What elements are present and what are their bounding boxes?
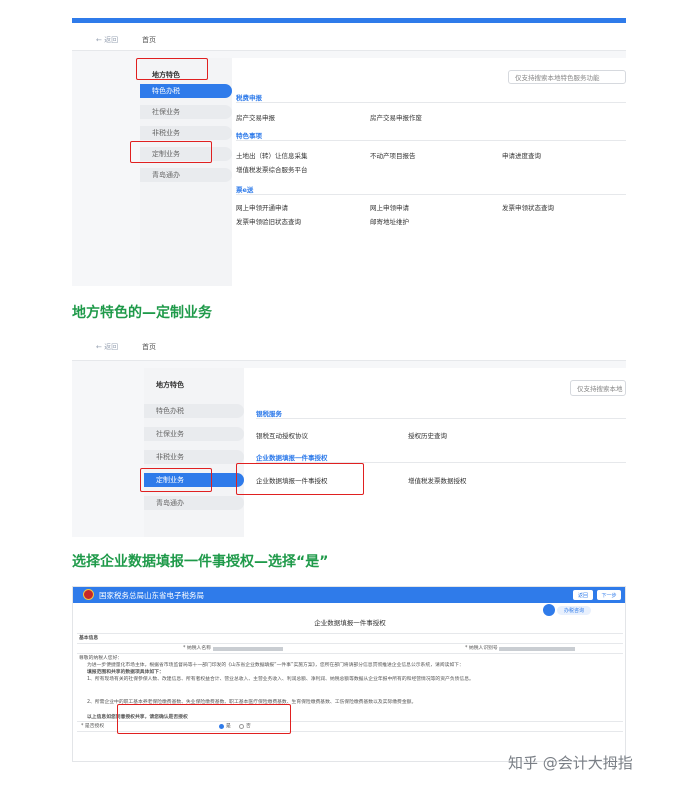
sidebar-item-non-tax[interactable]: 非税业务 xyxy=(144,450,244,464)
search-input[interactable]: 仅支持搜索本地 xyxy=(570,380,626,396)
emblem-icon xyxy=(83,589,94,600)
sidebar-item-social-security[interactable]: 社保业务 xyxy=(144,427,244,441)
link-auth-history[interactable]: 授权历史查询 xyxy=(408,430,447,440)
link-online-open[interactable]: 网上申领开通申请 xyxy=(236,202,288,212)
link-property-declare[interactable]: 房产交易申报 xyxy=(236,112,275,122)
back-link[interactable]: ← 返回 xyxy=(96,342,118,352)
screenshot-auth-form: 国家税务总局山东省电子税务局 返回 下一步 办税咨询 企业数据填报一件事授权 基… xyxy=(72,586,626,762)
notice-salutation: 尊敬的纳税人您好： xyxy=(79,656,123,661)
section-title-bank-tax: 银税服务 xyxy=(256,410,282,418)
link-realty-report[interactable]: 不动产项目报告 xyxy=(370,150,416,160)
taxpayer-name-label: * 纳税人名称 xyxy=(183,646,211,651)
taxpayer-id-label: * 纳税人识别号 xyxy=(465,646,498,651)
link-mail-address[interactable]: 邮寄地址维护 xyxy=(370,216,409,226)
highlight-authorize-row xyxy=(117,704,291,734)
section-title-data-filing: 企业数据填报一件事授权 xyxy=(256,454,328,462)
taxpayer-name-value-redacted xyxy=(213,647,283,651)
next-button[interactable]: 下一步 xyxy=(597,590,621,600)
next-button-label: 下一步 xyxy=(601,592,617,599)
breadcrumb-home[interactable]: 首页 xyxy=(142,342,156,352)
highlight-sidebar-title xyxy=(136,58,208,80)
prev-button-label: 返回 xyxy=(577,592,588,599)
prev-button[interactable]: 返回 xyxy=(573,590,593,600)
section-title-tax-declare: 税费申报 xyxy=(236,94,262,102)
caption-custom-business: 地方特色的—定制业务 xyxy=(72,305,212,321)
back-link[interactable]: ← 返回 xyxy=(96,35,118,45)
sidebar-item-non-tax[interactable]: 非税业务 xyxy=(140,126,232,140)
link-land-info[interactable]: 土地出（转）让信息采集 xyxy=(236,150,308,160)
sidebar-item-social-security[interactable]: 社保业务 xyxy=(140,105,232,119)
highlight-data-filing-auth xyxy=(236,463,364,495)
sidebar-item-qingdao[interactable]: 青岛通办 xyxy=(144,496,244,510)
link-vat-data-auth[interactable]: 增值税发票数据授权 xyxy=(408,475,467,485)
section-title-invoice: 票e送 xyxy=(236,186,254,194)
search-input[interactable]: 仅支持搜索本地特色服务功能 xyxy=(508,70,626,84)
notice-item-1: 1、所有现场有关的社保参保人数、改建信息、所有者权益合计、营业总收入、主营业务收… xyxy=(87,677,474,682)
sidebar-item-qingdao[interactable]: 青岛通办 xyxy=(140,168,232,182)
basic-info-title: 基本信息 xyxy=(79,636,99,641)
link-invoice-status[interactable]: 发票申领状态查询 xyxy=(502,202,554,212)
taxpayer-id-value-redacted xyxy=(499,647,575,651)
section-title-special: 特色事项 xyxy=(236,132,262,140)
screenshot-local-features: ← 返回 首页 地方特色 特色办税 社保业务 非税业务 定制业务 青岛通办 仅支… xyxy=(72,18,626,286)
helper-label: 办税咨询 xyxy=(563,608,584,614)
site-title: 国家税务总局山东省电子税务局 xyxy=(99,591,204,600)
link-bank-tax-agreement[interactable]: 银税互动授权协议 xyxy=(256,430,308,440)
watermark: 知乎 @会计大拇指 xyxy=(508,754,633,772)
sidebar-item-special-tax[interactable]: 特色办税 xyxy=(140,84,232,98)
authorize-label: * 是否授权 xyxy=(81,724,105,729)
link-invoice-verify[interactable]: 发票申领验旧状态查询 xyxy=(236,216,301,226)
highlight-custom-business xyxy=(140,468,212,492)
helper-button[interactable]: 办税咨询 xyxy=(557,606,591,615)
breadcrumb-home[interactable]: 首页 xyxy=(142,35,156,45)
link-vat-platform[interactable]: 增值税发票综合服务平台 xyxy=(236,164,308,174)
link-online-apply[interactable]: 网上申领申请 xyxy=(370,202,409,212)
chat-icon[interactable] xyxy=(543,604,555,616)
caption-select-yes: 选择企业数据填报一件事授权—选择“是” xyxy=(72,554,329,570)
top-accent-bar xyxy=(72,18,626,23)
link-progress-query[interactable]: 申请进度查询 xyxy=(502,150,541,160)
notice-intro: 为进一步便捷量化市场主体，根据省市场监督局等十一部门印发的《山东省企业数据填报“… xyxy=(87,663,464,668)
notice-scope: 填报范围和共享的数据项具体如下： xyxy=(87,670,164,675)
highlight-custom-business xyxy=(130,141,212,163)
sidebar-item-special-tax[interactable]: 特色办税 xyxy=(144,404,244,418)
link-property-declare-void[interactable]: 房产交易申报作废 xyxy=(370,112,422,122)
sidebar-title: 地方特色 xyxy=(156,381,184,389)
screenshot-custom-business: ← 返回 首页 地方特色 特色办税 社保业务 非税业务 定制业务 青岛通办 仅支… xyxy=(72,332,626,537)
form-title: 企业数据填报一件事授权 xyxy=(314,619,386,627)
